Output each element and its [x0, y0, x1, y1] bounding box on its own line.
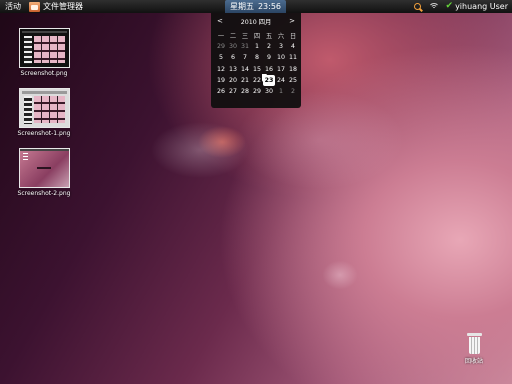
calendar-day[interactable]: 29: [251, 86, 263, 97]
calendar-weekday: 二: [229, 33, 237, 41]
calendar-day[interactable]: 6: [227, 52, 239, 63]
file-manager-icon: [29, 1, 40, 12]
calendar-weekday: 三: [241, 33, 249, 41]
calendar-grid: 一二三四五六日 29 30 31 1 2 3 4 5 6 7 8 9 10 11 12 13 14 15 16 17 18…: [215, 30, 299, 97]
calendar-day[interactable]: 4: [287, 41, 299, 52]
calendar-day[interactable]: 2: [287, 86, 299, 97]
next-month-button[interactable]: >: [289, 17, 295, 25]
calendar-weekday: 六: [277, 33, 285, 41]
calendar-day[interactable]: 26: [215, 86, 227, 97]
calendar-weekday: 一: [217, 33, 225, 41]
user-menu[interactable]: ✔ yihuang User: [445, 1, 508, 12]
previous-month-button[interactable]: <: [217, 17, 223, 25]
calendar-day[interactable]: 29: [215, 41, 227, 52]
calendar-day[interactable]: 11: [287, 52, 299, 63]
calendar-day[interactable]: 31: [239, 41, 251, 52]
check-icon: ✔: [445, 1, 454, 11]
desktop-file-screenshot-2[interactable]: Screenshot-2.png: [9, 148, 79, 197]
calendar-header: < 2010 四月 >: [211, 13, 301, 30]
calendar-day[interactable]: 24: [275, 75, 287, 86]
calendar-day[interactable]: 10: [275, 52, 287, 63]
calendar-day[interactable]: 30: [263, 86, 275, 97]
search-icon[interactable]: [413, 2, 423, 12]
calendar-day[interactable]: 25: [287, 75, 299, 86]
calendar-day[interactable]: 3: [275, 41, 287, 52]
status-area: ✔ yihuang User: [413, 0, 508, 13]
clock-time: 23:56: [257, 2, 282, 11]
calendar-day[interactable]: 1: [251, 41, 263, 52]
calendar-weekday: 五: [265, 33, 273, 41]
calendar-day[interactable]: 18: [287, 64, 299, 75]
desktop-file-screenshot[interactable]: Screenshot.png: [9, 28, 79, 77]
calendar-day[interactable]: 5: [215, 52, 227, 63]
file-thumbnail: [18, 148, 70, 188]
calendar-weekday: 四: [253, 33, 261, 41]
calendar-day[interactable]: 27: [227, 86, 239, 97]
calendar-day[interactable]: 17: [275, 64, 287, 75]
calendar-month-label: 2010 四月: [240, 19, 272, 26]
calendar-day[interactable]: 28: [239, 86, 251, 97]
calendar-day[interactable]: 14: [239, 64, 251, 75]
file-thumbnail: [18, 88, 70, 128]
file-label: Screenshot-1.png: [17, 130, 71, 137]
calendar-weekday: 日: [289, 33, 297, 41]
calendar-day[interactable]: 19: [215, 75, 227, 86]
desktop-file-screenshot-1[interactable]: Screenshot-1.png: [9, 88, 79, 137]
top-panel: 活动 文件管理器 星期五 23:56 ✔ yihuang User: [0, 0, 512, 13]
file-label: Screenshot-2.png: [17, 190, 71, 197]
trash-icon: [466, 333, 482, 355]
trash-label: 回收站: [464, 358, 483, 365]
calendar-day[interactable]: 13: [227, 64, 239, 75]
calendar-day[interactable]: 20: [227, 75, 239, 86]
trash[interactable]: 回收站: [460, 333, 488, 365]
calendar-day[interactable]: 7: [239, 52, 251, 63]
activities-button[interactable]: 活动: [5, 1, 21, 12]
clock[interactable]: 星期五 23:56: [225, 0, 286, 13]
calendar-day[interactable]: 12: [215, 64, 227, 75]
app-menu-label: 文件管理器: [43, 2, 83, 11]
calendar-day[interactable]: 8: [251, 52, 263, 63]
clock-day: 星期五: [229, 2, 254, 11]
calendar-day[interactable]: 21: [239, 75, 251, 86]
app-menu[interactable]: 文件管理器: [29, 1, 83, 12]
calendar-day[interactable]: 2: [263, 41, 275, 52]
file-label: Screenshot.png: [20, 70, 68, 77]
user-name: yihuang User: [455, 2, 508, 11]
mouse-cursor: [262, 74, 267, 82]
calendar-day[interactable]: 9: [263, 52, 275, 63]
calendar-day[interactable]: 1: [275, 86, 287, 97]
file-thumbnail: [18, 28, 70, 68]
calendar-day[interactable]: 30: [227, 41, 239, 52]
calendar-popup: < 2010 四月 > 一二三四五六日 29 30 31 1 2 3 4 5 6 7 8 9 10 11 12…: [211, 13, 301, 108]
wifi-icon[interactable]: [428, 2, 440, 11]
